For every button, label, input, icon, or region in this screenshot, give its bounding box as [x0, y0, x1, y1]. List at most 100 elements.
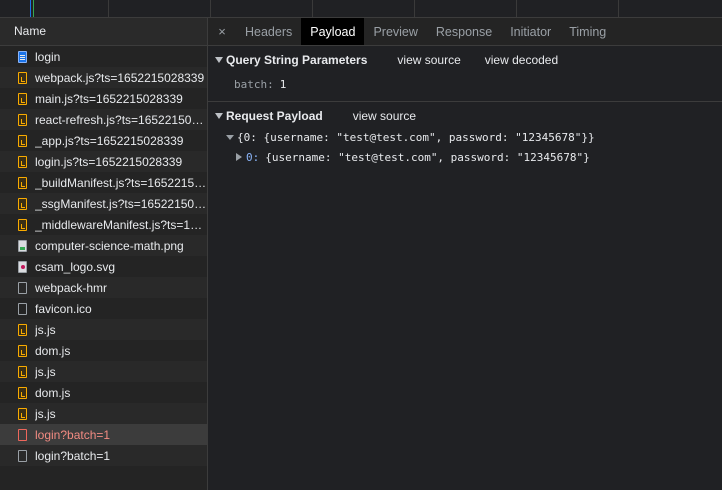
- script-file-icon: [18, 71, 27, 84]
- request-row[interactable]: dom.js: [0, 382, 207, 403]
- request-row[interactable]: login: [0, 46, 207, 67]
- details-tabbar: × Headers Payload Preview Response Initi…: [208, 18, 722, 46]
- payload-root-value: {0: {username: "test@test.com", password…: [237, 130, 595, 144]
- request-row[interactable]: _ssgManifest.js?ts=1652215028339: [0, 193, 207, 214]
- script-file-icon: [18, 386, 27, 399]
- timeline-gridline: [516, 0, 517, 17]
- expand-triangle-icon[interactable]: [215, 113, 223, 119]
- file-error-icon: [18, 428, 27, 441]
- request-name: webpack.js?ts=1652215028339: [35, 70, 205, 85]
- timeline-marker-blue: [30, 0, 31, 17]
- request-row[interactable]: _app.js?ts=1652215028339: [0, 130, 207, 151]
- request-row[interactable]: login?batch=1: [0, 424, 207, 445]
- request-name: csam_logo.svg: [35, 259, 116, 274]
- view-decoded-button[interactable]: view decoded: [485, 53, 558, 67]
- script-file-icon: [18, 344, 27, 357]
- script-file-icon: [18, 407, 27, 420]
- close-icon[interactable]: ×: [208, 18, 236, 45]
- tab-response[interactable]: Response: [427, 18, 501, 45]
- script-file-icon: [18, 197, 27, 210]
- network-timeline-overview[interactable]: [0, 0, 722, 18]
- timeline-gridline: [312, 0, 313, 17]
- request-name: computer-science-math.png: [35, 238, 184, 253]
- request-row[interactable]: favicon.ico: [0, 298, 207, 319]
- request-name: _buildManifest.js?ts=1652215028339: [35, 175, 207, 190]
- request-name: js.js: [35, 364, 56, 379]
- document-icon: [18, 50, 27, 63]
- tab-payload[interactable]: Payload: [301, 18, 365, 45]
- request-row[interactable]: dom.js: [0, 340, 207, 361]
- script-file-icon: [18, 218, 27, 231]
- query-string-header[interactable]: Query String Parameters view source view…: [208, 49, 722, 71]
- param-key: batch:: [234, 77, 274, 91]
- request-row[interactable]: js.js: [0, 361, 207, 382]
- request-row[interactable]: csam_logo.svg: [0, 256, 207, 277]
- request-payload-title: Request Payload: [226, 109, 323, 123]
- request-payload-section: Request Payload view source {0: {usernam…: [208, 102, 722, 167]
- timeline-gridline: [414, 0, 415, 17]
- timeline-gridline: [108, 0, 109, 17]
- timeline-marker-green: [33, 0, 34, 17]
- request-name: js.js: [35, 406, 56, 421]
- query-param-row: batch: 1: [208, 73, 722, 95]
- request-name: js.js: [35, 322, 56, 337]
- request-name: dom.js: [35, 385, 71, 400]
- tab-timing[interactable]: Timing: [560, 18, 615, 45]
- payload-child-row[interactable]: 0: {username: "test@test.com", password:…: [208, 147, 722, 167]
- request-name: _ssgManifest.js?ts=1652215028339: [35, 196, 207, 211]
- request-name: login?batch=1: [35, 427, 111, 442]
- name-column-header[interactable]: Name: [0, 18, 207, 46]
- svg-file-icon: [18, 260, 27, 273]
- request-row[interactable]: react-refresh.js?ts=1652215028339: [0, 109, 207, 130]
- request-name: _app.js?ts=1652215028339: [35, 133, 184, 148]
- request-name: _middlewareManifest.js?ts=1652215028339: [35, 217, 207, 232]
- file-icon: [18, 302, 27, 315]
- script-file-icon: [18, 92, 27, 105]
- request-details-panel: × Headers Payload Preview Response Initi…: [208, 18, 722, 490]
- tab-initiator[interactable]: Initiator: [501, 18, 560, 45]
- request-row[interactable]: login?batch=1: [0, 445, 207, 466]
- expand-triangle-icon[interactable]: [226, 134, 234, 140]
- request-row[interactable]: main.js?ts=1652215028339: [0, 88, 207, 109]
- file-icon: [18, 281, 27, 294]
- payload-child-value: {username: "test@test.com", password: "1…: [265, 150, 590, 164]
- request-row[interactable]: js.js: [0, 319, 207, 340]
- image-file-icon: [18, 239, 27, 252]
- query-string-section: Query String Parameters view source view…: [208, 46, 722, 102]
- script-file-icon: [18, 176, 27, 189]
- payload-child-index: 0:: [246, 150, 260, 164]
- request-row[interactable]: js.js: [0, 403, 207, 424]
- expand-triangle-icon[interactable]: [215, 57, 223, 63]
- payload-root-row[interactable]: {0: {username: "test@test.com", password…: [208, 127, 722, 147]
- request-list-panel: Name login webpack.js?ts=1652215028339 mai…: [0, 18, 208, 490]
- script-file-icon: [18, 365, 27, 378]
- view-source-button[interactable]: view source: [353, 109, 416, 123]
- timeline-gridline: [210, 0, 211, 17]
- script-file-icon: [18, 113, 27, 126]
- tab-preview[interactable]: Preview: [364, 18, 426, 45]
- request-row[interactable]: _buildManifest.js?ts=1652215028339: [0, 172, 207, 193]
- view-source-button[interactable]: view source: [397, 53, 460, 67]
- request-name: webpack-hmr: [35, 280, 108, 295]
- collapsed-triangle-icon[interactable]: [236, 153, 242, 161]
- request-list: login webpack.js?ts=1652215028339 main.js?…: [0, 46, 207, 466]
- request-row[interactable]: computer-science-math.png: [0, 235, 207, 256]
- request-name: login: [35, 49, 61, 64]
- request-name: react-refresh.js?ts=1652215028339: [35, 112, 207, 127]
- request-name: main.js?ts=1652215028339: [35, 91, 183, 106]
- tab-headers[interactable]: Headers: [236, 18, 301, 45]
- request-name: dom.js: [35, 343, 71, 358]
- request-name: login.js?ts=1652215028339: [35, 154, 183, 169]
- request-row[interactable]: webpack.js?ts=1652215028339: [0, 67, 207, 88]
- request-payload-header[interactable]: Request Payload view source: [208, 105, 722, 127]
- request-row[interactable]: _middlewareManifest.js?ts=1652215028339: [0, 214, 207, 235]
- request-name: favicon.ico: [35, 301, 92, 316]
- request-row[interactable]: webpack-hmr: [0, 277, 207, 298]
- request-row[interactable]: login.js?ts=1652215028339: [0, 151, 207, 172]
- param-value: 1: [279, 77, 287, 91]
- query-string-title: Query String Parameters: [226, 53, 368, 67]
- timeline-gridline: [618, 0, 619, 17]
- request-name: login?batch=1: [35, 448, 111, 463]
- script-file-icon: [18, 155, 27, 168]
- script-file-icon: [18, 323, 27, 336]
